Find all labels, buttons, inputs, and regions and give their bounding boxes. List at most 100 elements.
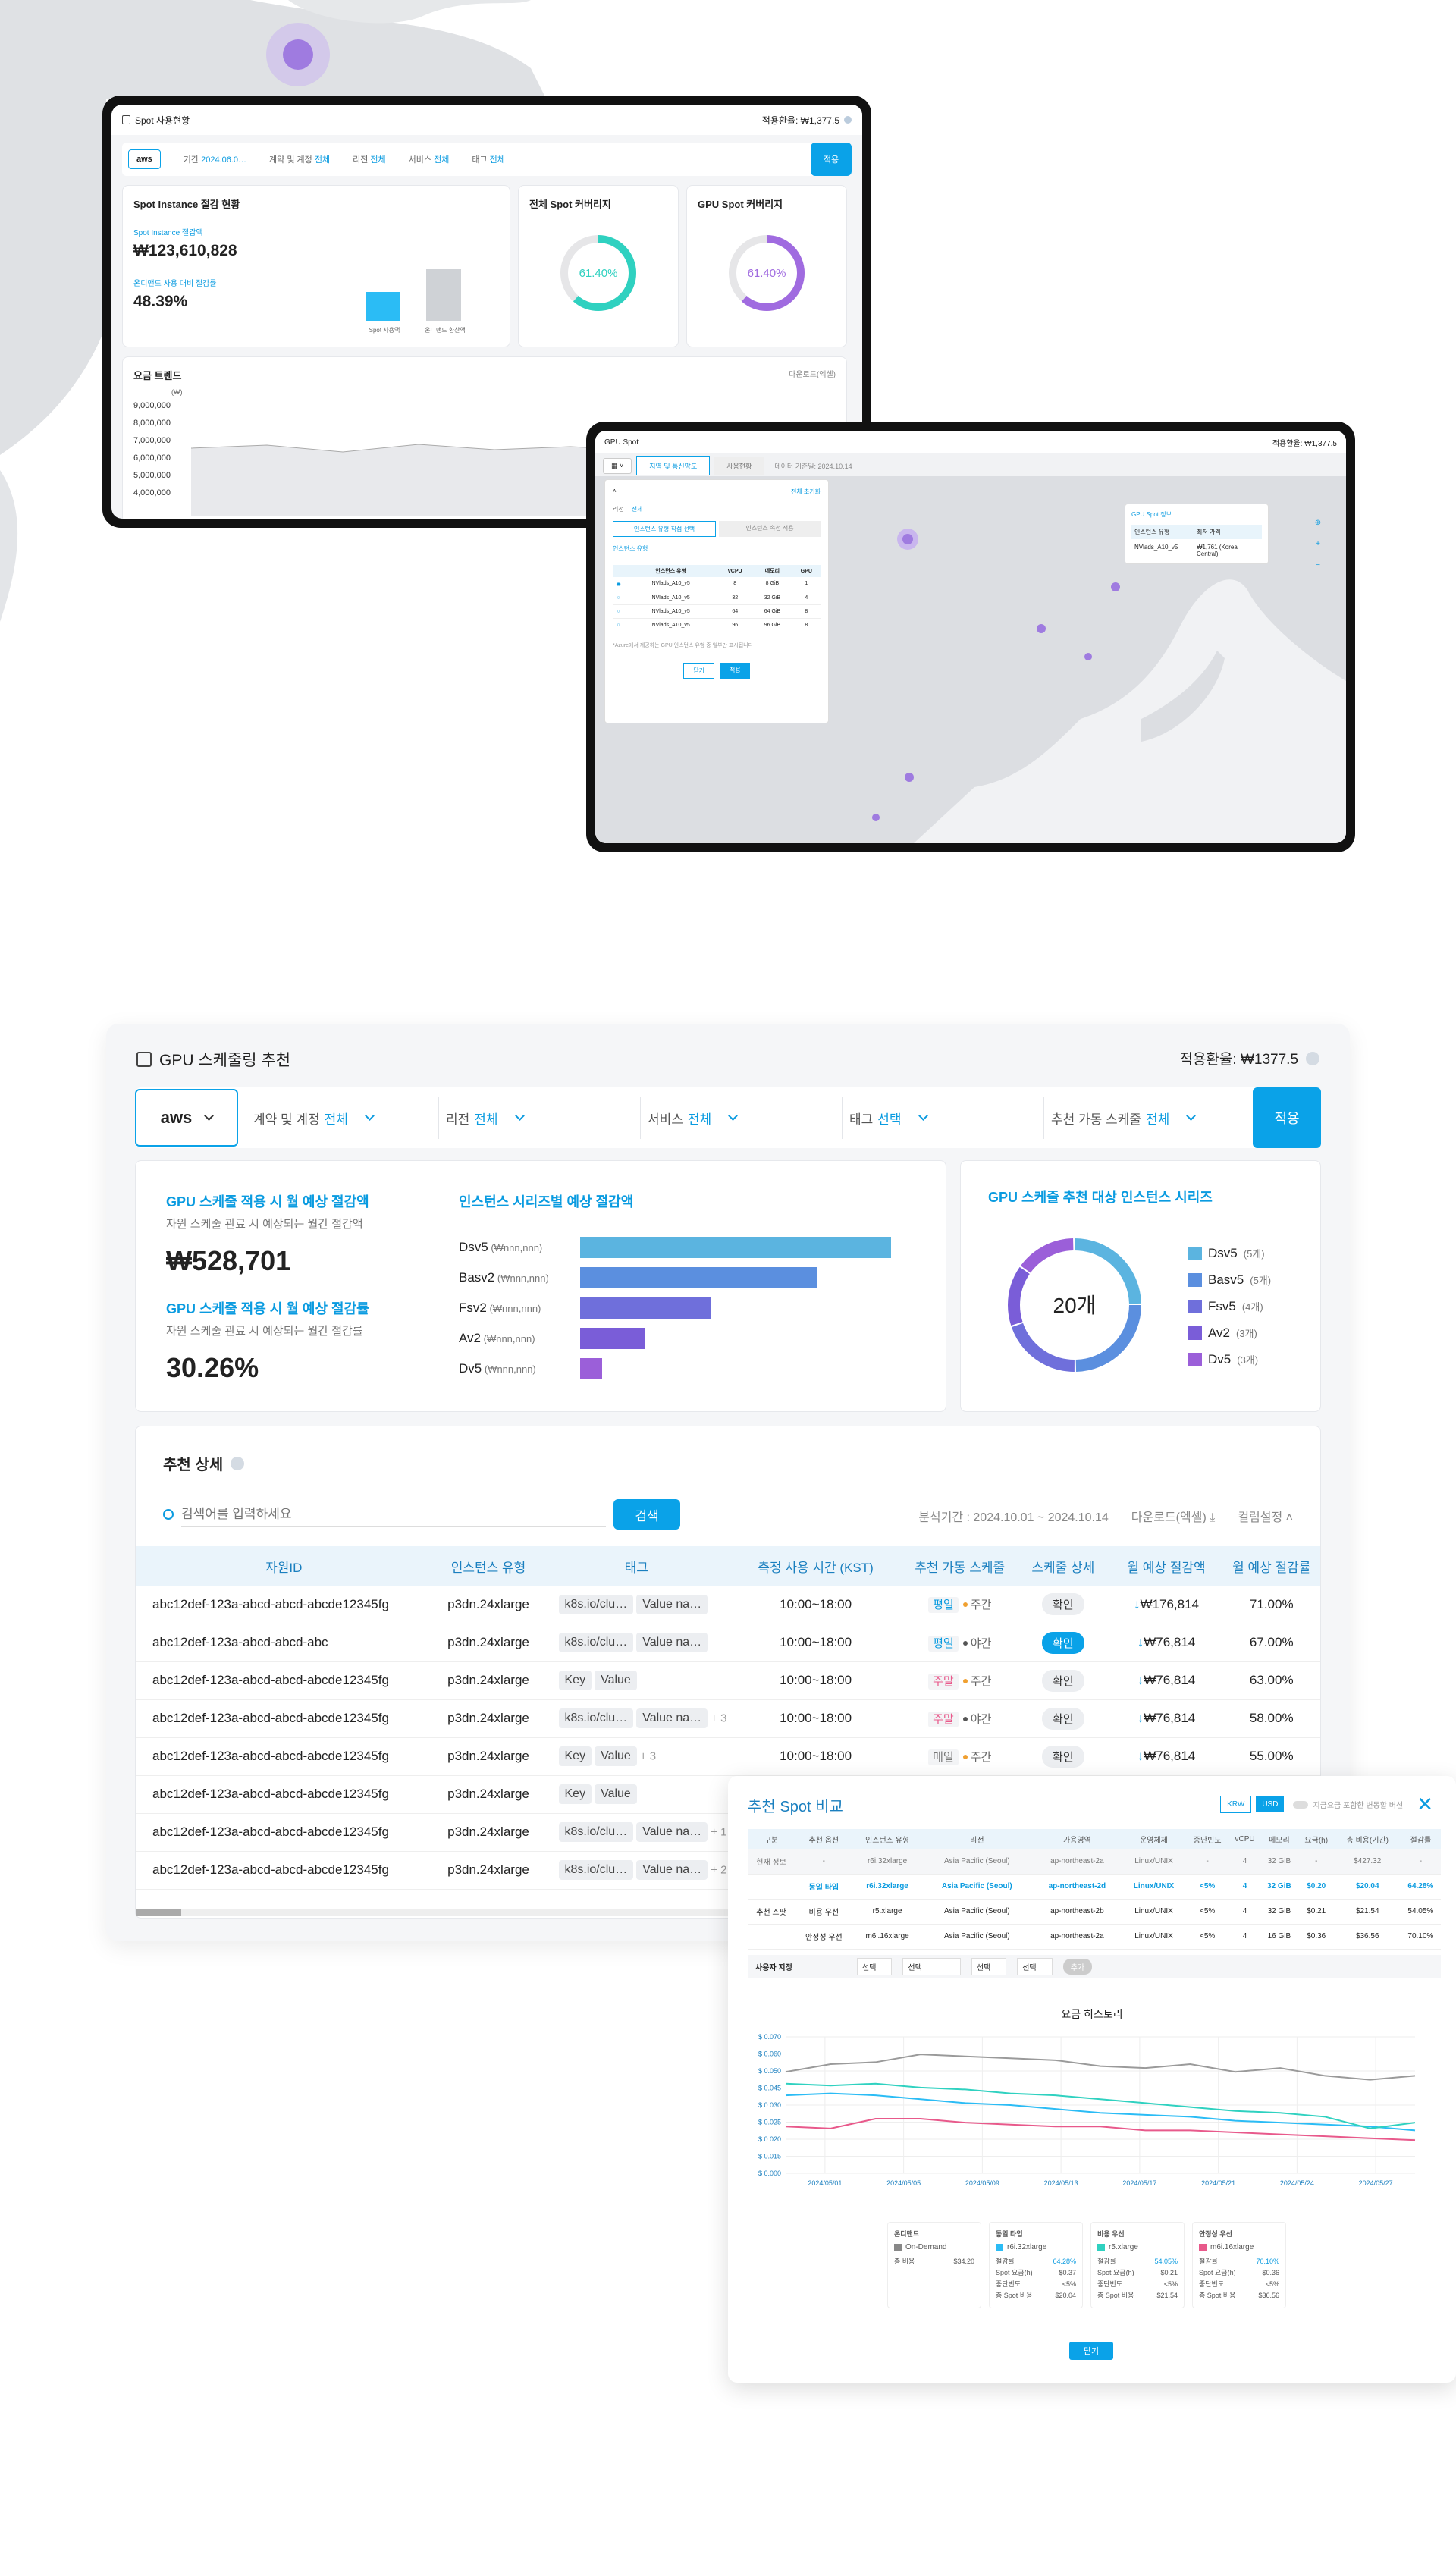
schedule-cell: 평일 야간 [903, 1624, 1016, 1661]
custom-select-2[interactable]: 선택 [902, 1957, 961, 1975]
col-vcpu: vCPU [727, 568, 742, 574]
table-row[interactable]: abc12def-123a-abcd-abcd-abcde12345fg p3dn… [136, 1586, 1320, 1624]
custom-select-4[interactable]: 선택 [1017, 1957, 1053, 1975]
cloud-select[interactable]: aws [128, 149, 161, 169]
region-select[interactable]: 리전 전체 [439, 1109, 640, 1128]
radio-icon[interactable]: ○ [613, 618, 624, 632]
instance-row[interactable]: ◉ NVlads_A10_v5 8 8 GiB 1 [613, 577, 821, 591]
tag-chip: Value [595, 1784, 637, 1804]
usage-time: 10:00~18:00 [780, 1749, 852, 1763]
service-select[interactable]: 서비스 전체 [641, 1109, 842, 1128]
table-header[interactable]: 월 예상 절감률 [1223, 1546, 1321, 1586]
table-header[interactable]: 자원ID [136, 1546, 432, 1586]
confirm-button[interactable]: 확인 [1042, 1631, 1084, 1654]
confirm-button[interactable]: 확인 [1042, 1707, 1084, 1730]
type-tab-attr[interactable]: 인스턴스 속성 적용 [719, 521, 821, 537]
map-zoom-controls[interactable]: ⊕ + − [1311, 513, 1325, 576]
download-button[interactable]: 다운로드(엑셀) ⤓ [1131, 1507, 1216, 1525]
resource-id: abc12def-123a-abcd-abcd-abcde12345fg [152, 1749, 389, 1763]
type-tab-direct[interactable]: 인스턴스 유형 직접 선택 [613, 521, 716, 537]
x-tick-label: 2024/05/27 [1359, 2179, 1393, 2187]
compare-cell: ap-northeast-2b [1050, 1907, 1104, 1916]
currency-usd[interactable]: USD [1256, 1796, 1285, 1812]
column-settings-button[interactable]: 컬럼설정 ˄ [1238, 1507, 1293, 1525]
reset-button[interactable]: 전체 초기화 [791, 488, 821, 496]
table-header[interactable]: 인스턴스 유형 [432, 1546, 545, 1586]
cloud-select[interactable]: aws [135, 1089, 238, 1147]
apply-button[interactable]: 적용 [1253, 1087, 1321, 1148]
instance-cell: 8 [805, 622, 808, 628]
donut-legend-item: Av2 (3개) [1188, 1319, 1271, 1346]
toggle-switch[interactable] [1293, 1800, 1309, 1809]
compare-row[interactable]: 현재 정보 - r6i.32xlarge Asia Pacific (Seoul) ap… [748, 1849, 1441, 1874]
confirm-button[interactable]: 확인 [1042, 1593, 1084, 1616]
instance-type: p3dn.24xlarge [447, 1825, 529, 1839]
close-icon[interactable]: ✕ [1417, 1793, 1433, 1816]
search-button[interactable]: 검색 [613, 1499, 680, 1530]
tag-chip: Value na… [636, 1594, 708, 1614]
table-row[interactable]: abc12def-123a-abcd-abcd-abc p3dn.24xlarge… [136, 1624, 1320, 1661]
schedule-cell: 매일 주간 [903, 1737, 1016, 1775]
custom-add-button[interactable]: 추가 [1062, 1958, 1093, 1975]
table-row[interactable]: abc12def-123a-abcd-abcd-abcde12345fg p3dn… [136, 1699, 1320, 1737]
close-button[interactable]: 닫기 [683, 662, 714, 679]
search-input[interactable] [181, 1501, 606, 1527]
instance-row[interactable]: ○ NVlads_A10_v5 32 32 GiB 4 [613, 591, 821, 604]
confirm-button[interactable]: 확인 [1042, 1669, 1084, 1692]
compare-cell: 4 [1242, 1907, 1247, 1916]
tab-region[interactable]: 지역 및 통신망도 [636, 456, 711, 475]
monthly-savings-title: GPU 스케줄 적용 시 월 예상 절감액 [166, 1194, 369, 1210]
account-select[interactable]: 계약 및 계정 전체 [238, 1109, 438, 1128]
cloud-select[interactable]: ▦ ˅ [603, 457, 632, 474]
tag-select[interactable]: 태그 전체 [472, 153, 505, 165]
service-select[interactable]: 서비스 전체 [409, 153, 450, 165]
compare-row[interactable]: 동일 타입 r6i.32xlarge Asia Pacific (Seoul) ap-… [748, 1874, 1441, 1899]
schedule-select[interactable]: 추천 가동 스케줄 전체 [1044, 1109, 1244, 1128]
custom-select-1[interactable]: 선택 [857, 1957, 893, 1975]
instance-row[interactable]: ○ NVlads_A10_v5 96 96 GiB 8 [613, 618, 821, 632]
tag-more[interactable]: + 1 [711, 1825, 726, 1838]
trend-download-button[interactable]: 다운로드(엑셀) [789, 368, 836, 382]
instance-cell: 64 GiB [764, 608, 781, 614]
tab-usage[interactable]: 사용현황 [714, 456, 764, 475]
compare-cell: 4 [1242, 1882, 1247, 1890]
tag-more[interactable]: + 3 [640, 1749, 656, 1762]
table-header[interactable]: 측정 사용 시간 (KST) [728, 1546, 903, 1586]
apply-button[interactable]: 적용 [811, 143, 852, 176]
monthly-saving: ↓₩76,814 [1137, 1711, 1196, 1725]
radio-icon[interactable]: ○ [613, 591, 624, 604]
compare-cell: $427.32 [1354, 1856, 1382, 1865]
instance-type: p3dn.24xlarge [447, 1787, 529, 1801]
compare-row[interactable]: 안정성 우선 m6i.16xlarge Asia Pacific (Seoul) ap… [748, 1924, 1441, 1949]
tag-more[interactable]: + 2 [711, 1863, 726, 1876]
tag-more[interactable]: + 3 [711, 1712, 726, 1724]
down-arrow-icon: ↓ [1137, 1711, 1144, 1725]
instance-row[interactable]: ○ NVlads_A10_v5 64 64 GiB 8 [613, 604, 821, 618]
legend-card-line: Spot 요금(h) $0.37 [996, 2269, 1076, 2276]
confirm-button[interactable]: 확인 [1042, 1745, 1084, 1768]
account-select[interactable]: 계약 및 계정 전체 [269, 153, 330, 165]
radio-icon[interactable]: ◉ [613, 577, 624, 591]
compare-row[interactable]: 추천 스팟 비용 우선 r5.xlarge Asia Pacific (Seoul) a… [748, 1899, 1441, 1924]
currency-krw[interactable]: KRW [1220, 1796, 1252, 1813]
region-select[interactable]: 리전 전체 [353, 153, 386, 165]
radio-icon[interactable]: ○ [613, 604, 624, 618]
table-row[interactable]: abc12def-123a-abcd-abcd-abcde12345fg p3dn… [136, 1661, 1320, 1699]
compare-cell: $0.21 [1307, 1907, 1326, 1916]
apply-button[interactable]: 적용 [720, 662, 750, 679]
region-value[interactable]: 전체 [632, 505, 643, 513]
monthly-rate: 71.00% [1249, 1596, 1294, 1611]
table-header[interactable]: 태그 [545, 1546, 728, 1586]
legend-card: 비용 우선 r5.xlarge 절감률 54.05% Spot 요금(h) $0.21 중단… [1090, 2222, 1185, 2308]
table-header[interactable]: 스케줄 상세 [1016, 1546, 1109, 1586]
table-row[interactable]: abc12def-123a-abcd-abcd-abcde12345fg p3dn… [136, 1737, 1320, 1775]
period-select[interactable]: 기간 2024.06.0… [184, 153, 246, 165]
filter-bar: aws 계약 및 계정 전체 리전 전체 서비스 전체 태그 선택 추천 가동 스케줄 전… [135, 1087, 1321, 1148]
instance-type: p3dn.24xlarge [447, 1635, 529, 1649]
close-button[interactable]: 닫기 [1069, 2342, 1113, 2360]
table-header[interactable]: 추천 가동 스케줄 [903, 1546, 1016, 1586]
tag-select[interactable]: 태그 선택 [843, 1109, 1043, 1128]
custom-select-3[interactable]: 선택 [971, 1957, 1007, 1975]
monthly-rate-title: GPU 스케줄 적용 시 월 예상 절감률 [166, 1301, 369, 1316]
table-header[interactable]: 월 예상 절감액 [1110, 1546, 1223, 1586]
